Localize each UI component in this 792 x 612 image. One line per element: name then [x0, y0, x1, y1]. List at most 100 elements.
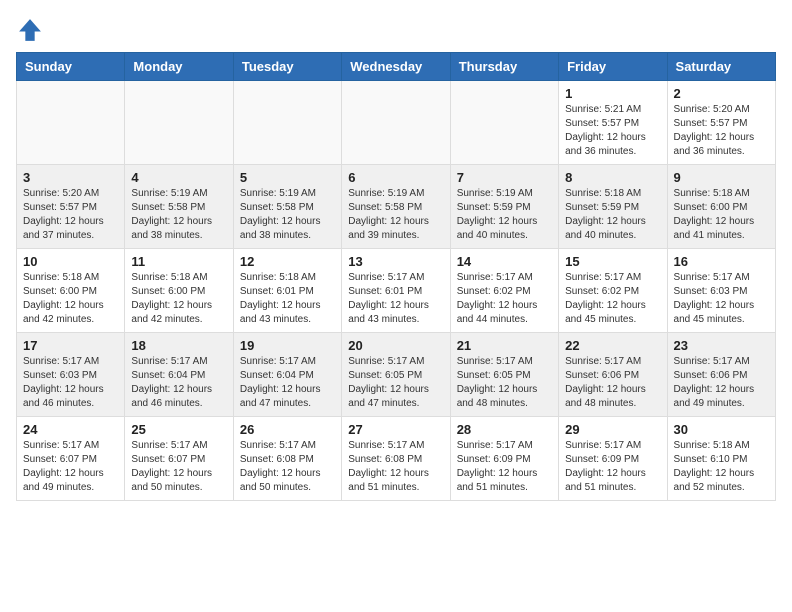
calendar-cell: 25 Sunrise: 5:17 AM Sunset: 6:07 PM Dayli… — [125, 417, 233, 501]
day-info: Sunrise: 5:18 AM Sunset: 6:10 PM Dayligh… — [674, 439, 769, 495]
day-number: 14 — [457, 254, 552, 269]
calendar-cell: 11Sunrise: 5:18 AM Sunset: 6:00 PM Dayli… — [125, 249, 233, 333]
calendar-cell: 21 Sunrise: 5:17 AM Sunset: 6:05 PM Dayli… — [450, 333, 558, 417]
day-info: Sunrise: 5:17 AM Sunset: 6:01 PM Dayligh… — [348, 271, 443, 327]
calendar-cell: 1 Sunrise: 5:21 AM Sunset: 5:57 PM Daylig… — [559, 81, 667, 165]
weekday-header-tuesday: Tuesday — [233, 53, 341, 81]
calendar-cell: 26Sunrise: 5:17 AM Sunset: 6:08 PM Dayli… — [233, 417, 341, 501]
calendar-cell: 10 Sunrise: 5:18 AM Sunset: 6:00 PM Dayli… — [17, 249, 125, 333]
day-info: Sunrise: 5:18 AM Sunset: 6:00 PM Dayligh… — [23, 271, 118, 327]
calendar-cell — [125, 81, 233, 165]
day-info: Sunrise: 5:19 AM Sunset: 5:59 PM Dayligh… — [457, 187, 552, 243]
day-info: Sunrise: 5:19 AM Sunset: 5:58 PM Dayligh… — [131, 187, 226, 243]
day-number: 2 — [674, 86, 769, 101]
day-info: Sunrise: 5:17 AM Sunset: 6:05 PM Dayligh… — [348, 355, 443, 411]
calendar-cell: 27 Sunrise: 5:17 AM Sunset: 6:08 PM Dayli… — [342, 417, 450, 501]
calendar-cell: 28Sunrise: 5:17 AM Sunset: 6:09 PM Dayli… — [450, 417, 558, 501]
calendar-cell — [233, 81, 341, 165]
day-number: 25 — [131, 422, 226, 437]
calendar-cell: 24 Sunrise: 5:17 AM Sunset: 6:07 PM Dayli… — [17, 417, 125, 501]
weekday-header-monday: Monday — [125, 53, 233, 81]
day-number: 27 — [348, 422, 443, 437]
day-number: 18 — [131, 338, 226, 353]
day-info: Sunrise: 5:18 AM Sunset: 6:00 PM Dayligh… — [674, 187, 769, 243]
weekday-header-friday: Friday — [559, 53, 667, 81]
day-number: 23 — [674, 338, 769, 353]
day-number: 7 — [457, 170, 552, 185]
calendar-cell: 12Sunrise: 5:18 AM Sunset: 6:01 PM Dayli… — [233, 249, 341, 333]
day-number: 16 — [674, 254, 769, 269]
day-info: Sunrise: 5:17 AM Sunset: 6:07 PM Dayligh… — [131, 439, 226, 495]
day-info: Sunrise: 5:17 AM Sunset: 6:03 PM Dayligh… — [23, 355, 118, 411]
calendar-cell — [17, 81, 125, 165]
calendar-header: SundayMondayTuesdayWednesdayThursdayFrid… — [17, 53, 776, 81]
weekday-header-saturday: Saturday — [667, 53, 775, 81]
calendar-cell: 20 Sunrise: 5:17 AM Sunset: 6:05 PM Dayli… — [342, 333, 450, 417]
day-info: Sunrise: 5:17 AM Sunset: 6:05 PM Dayligh… — [457, 355, 552, 411]
weekday-header-wednesday: Wednesday — [342, 53, 450, 81]
day-number: 28 — [457, 422, 552, 437]
calendar-cell: 15 Sunrise: 5:17 AM Sunset: 6:02 PM Dayli… — [559, 249, 667, 333]
calendar-body: 1 Sunrise: 5:21 AM Sunset: 5:57 PM Daylig… — [17, 81, 776, 501]
day-number: 17 — [23, 338, 118, 353]
day-number: 8 — [565, 170, 660, 185]
calendar-cell: 16 Sunrise: 5:17 AM Sunset: 6:03 PM Dayli… — [667, 249, 775, 333]
day-number: 30 — [674, 422, 769, 437]
logo-icon — [16, 16, 44, 44]
calendar-cell: 3Sunrise: 5:20 AM Sunset: 5:57 PM Daylig… — [17, 165, 125, 249]
logo — [16, 16, 48, 44]
calendar-cell — [342, 81, 450, 165]
day-number: 5 — [240, 170, 335, 185]
day-info: Sunrise: 5:20 AM Sunset: 5:57 PM Dayligh… — [674, 103, 769, 159]
calendar-cell: 14 Sunrise: 5:17 AM Sunset: 6:02 PM Dayli… — [450, 249, 558, 333]
calendar-cell: 18 Sunrise: 5:17 AM Sunset: 6:04 PM Dayli… — [125, 333, 233, 417]
day-number: 21 — [457, 338, 552, 353]
calendar-cell: 17 Sunrise: 5:17 AM Sunset: 6:03 PM Dayli… — [17, 333, 125, 417]
calendar-cell: 13 Sunrise: 5:17 AM Sunset: 6:01 PM Dayli… — [342, 249, 450, 333]
day-info: Sunrise: 5:17 AM Sunset: 6:09 PM Dayligh… — [565, 439, 660, 495]
day-number: 6 — [348, 170, 443, 185]
day-info: Sunrise: 5:17 AM Sunset: 6:02 PM Dayligh… — [457, 271, 552, 327]
calendar-cell: 22 Sunrise: 5:17 AM Sunset: 6:06 PM Dayli… — [559, 333, 667, 417]
weekday-header-row: SundayMondayTuesdayWednesdayThursdayFrid… — [17, 53, 776, 81]
day-info: Sunrise: 5:17 AM Sunset: 6:04 PM Dayligh… — [240, 355, 335, 411]
day-info: Sunrise: 5:17 AM Sunset: 6:08 PM Dayligh… — [348, 439, 443, 495]
day-number: 13 — [348, 254, 443, 269]
day-info: Sunrise: 5:17 AM Sunset: 6:06 PM Dayligh… — [565, 355, 660, 411]
day-info: Sunrise: 5:21 AM Sunset: 5:57 PM Dayligh… — [565, 103, 660, 159]
calendar-cell: 9Sunrise: 5:18 AM Sunset: 6:00 PM Daylig… — [667, 165, 775, 249]
day-number: 1 — [565, 86, 660, 101]
calendar-week-row: 10 Sunrise: 5:18 AM Sunset: 6:00 PM Dayli… — [17, 249, 776, 333]
day-info: Sunrise: 5:19 AM Sunset: 5:58 PM Dayligh… — [348, 187, 443, 243]
day-number: 20 — [348, 338, 443, 353]
day-info: Sunrise: 5:20 AM Sunset: 5:57 PM Dayligh… — [23, 187, 118, 243]
day-info: Sunrise: 5:17 AM Sunset: 6:03 PM Dayligh… — [674, 271, 769, 327]
calendar-cell — [450, 81, 558, 165]
day-info: Sunrise: 5:17 AM Sunset: 6:08 PM Dayligh… — [240, 439, 335, 495]
calendar-cell: 4 Sunrise: 5:19 AM Sunset: 5:58 PM Daylig… — [125, 165, 233, 249]
day-number: 10 — [23, 254, 118, 269]
calendar-week-row: 3Sunrise: 5:20 AM Sunset: 5:57 PM Daylig… — [17, 165, 776, 249]
calendar-table: SundayMondayTuesdayWednesdayThursdayFrid… — [16, 52, 776, 501]
day-info: Sunrise: 5:17 AM Sunset: 6:04 PM Dayligh… — [131, 355, 226, 411]
day-info: Sunrise: 5:17 AM Sunset: 6:02 PM Dayligh… — [565, 271, 660, 327]
calendar-cell: 8 Sunrise: 5:18 AM Sunset: 5:59 PM Daylig… — [559, 165, 667, 249]
day-number: 15 — [565, 254, 660, 269]
calendar-cell: 19 Sunrise: 5:17 AM Sunset: 6:04 PM Dayli… — [233, 333, 341, 417]
day-number: 22 — [565, 338, 660, 353]
weekday-header-thursday: Thursday — [450, 53, 558, 81]
calendar-cell: 5Sunrise: 5:19 AM Sunset: 5:58 PM Daylig… — [233, 165, 341, 249]
day-number: 19 — [240, 338, 335, 353]
calendar-cell: 30 Sunrise: 5:18 AM Sunset: 6:10 PM Dayli… — [667, 417, 775, 501]
day-number: 4 — [131, 170, 226, 185]
calendar-week-row: 24 Sunrise: 5:17 AM Sunset: 6:07 PM Dayli… — [17, 417, 776, 501]
day-info: Sunrise: 5:17 AM Sunset: 6:06 PM Dayligh… — [674, 355, 769, 411]
calendar-week-row: 1 Sunrise: 5:21 AM Sunset: 5:57 PM Daylig… — [17, 81, 776, 165]
day-number: 24 — [23, 422, 118, 437]
day-info: Sunrise: 5:17 AM Sunset: 6:07 PM Dayligh… — [23, 439, 118, 495]
day-info: Sunrise: 5:18 AM Sunset: 5:59 PM Dayligh… — [565, 187, 660, 243]
day-number: 29 — [565, 422, 660, 437]
calendar-cell: 23 Sunrise: 5:17 AM Sunset: 6:06 PM Dayli… — [667, 333, 775, 417]
calendar-cell: 2 Sunrise: 5:20 AM Sunset: 5:57 PM Daylig… — [667, 81, 775, 165]
day-info: Sunrise: 5:18 AM Sunset: 6:00 PM Dayligh… — [131, 271, 226, 327]
